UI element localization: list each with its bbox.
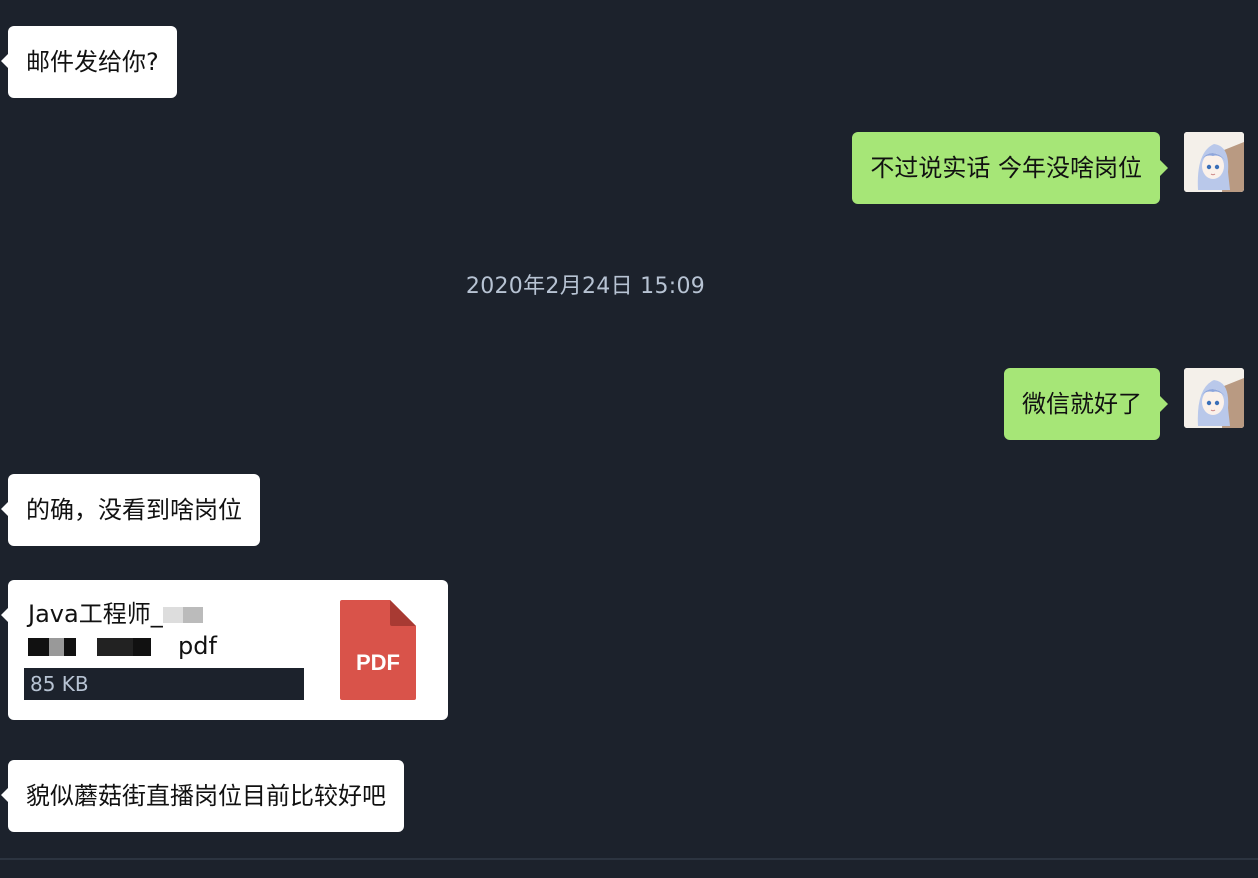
user-avatar[interactable]	[1184, 132, 1244, 192]
outgoing-message[interactable]: 不过说实话 今年没啥岗位	[852, 132, 1168, 204]
input-divider	[0, 858, 1258, 860]
pdf-icon-label: PDF	[356, 650, 400, 675]
incoming-message[interactable]: 邮件发给你?	[1, 26, 177, 98]
chat-window: 邮件发给你? 不过说实话 今年没啥岗位 2020年2月24日 15:09 微信就…	[0, 0, 1258, 878]
file-attachment-card[interactable]: Java工程师_ pdf 85 KB PDF	[1, 580, 448, 720]
file-name: Java工程师_ pdf	[28, 598, 328, 662]
file-size: 85 KB	[24, 668, 304, 700]
pdf-file-icon: PDF	[340, 600, 416, 700]
redaction-mark	[162, 607, 203, 623]
outgoing-message[interactable]: 微信就好了	[1004, 368, 1168, 440]
file-name-prefix: Java工程师_	[28, 600, 163, 628]
incoming-message[interactable]: 貌似蘑菇街直播岗位目前比较好吧	[1, 760, 404, 832]
user-avatar[interactable]	[1184, 368, 1244, 428]
message-timestamp: 2020年2月24日 15:09	[465, 274, 706, 299]
avatar-image	[1184, 132, 1244, 192]
incoming-message[interactable]: 的确，没看到啥岗位	[1, 474, 260, 546]
file-name-line2: pdf	[28, 630, 328, 662]
avatar-image	[1184, 368, 1244, 428]
file-name-extension: pdf	[178, 632, 217, 660]
redaction-mark	[28, 638, 178, 656]
